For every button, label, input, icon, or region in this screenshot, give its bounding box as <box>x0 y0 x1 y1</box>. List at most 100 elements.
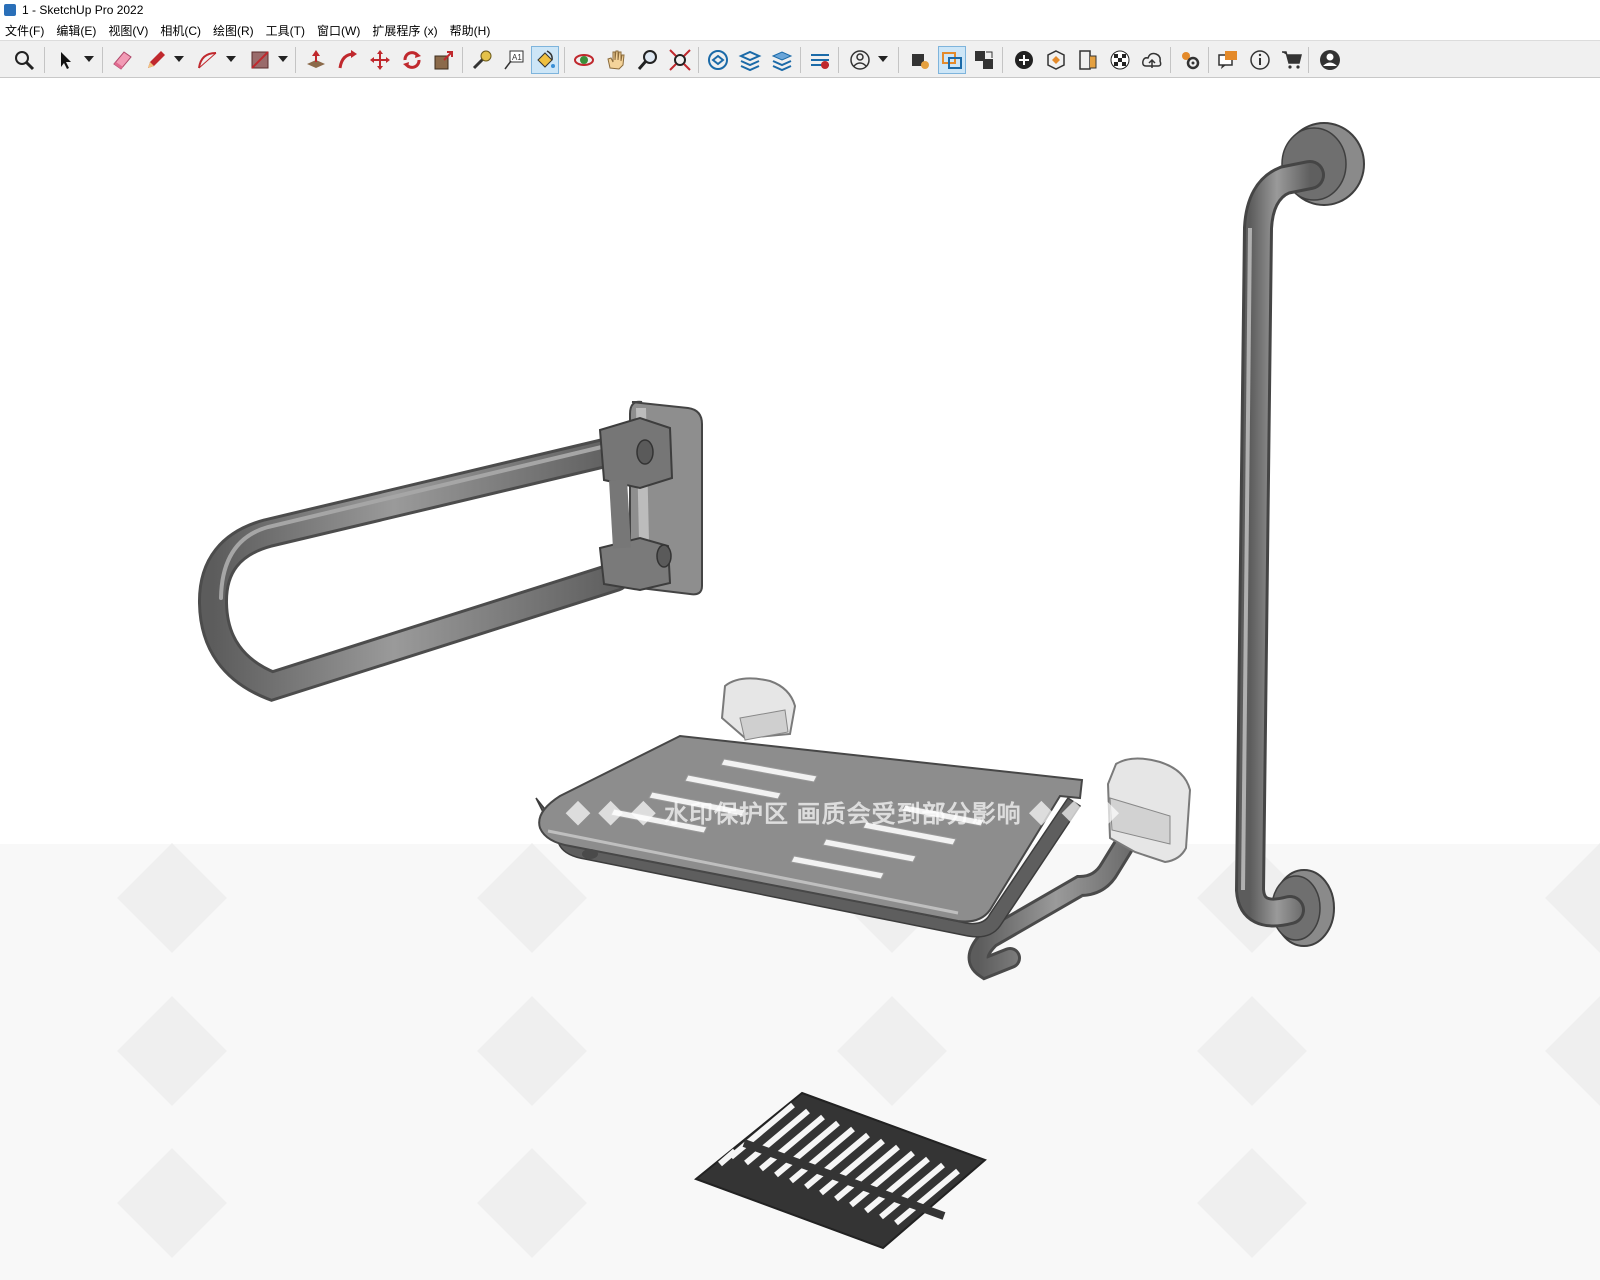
orbit-icon <box>574 54 594 66</box>
paint-bucket-button[interactable] <box>531 46 559 74</box>
push-pull-icon <box>307 50 325 68</box>
menu-draw[interactable]: 绘图(R) <box>208 22 261 39</box>
warehouse-icon <box>708 50 728 70</box>
extension-warehouse-button[interactable] <box>806 46 834 74</box>
zoom-window-button[interactable] <box>10 46 38 74</box>
model-viewport[interactable]: ◆ ◆ ◆ 水印保护区 画质会受到部分影响 ◆ ◆ ◆ <box>0 78 1600 1280</box>
line-button[interactable] <box>142 46 170 74</box>
cart-icon <box>1282 51 1302 69</box>
toolbar-separator <box>838 47 839 73</box>
menu-edit[interactable]: 编辑(E) <box>51 22 103 39</box>
fold-up-grab-bar[interactable] <box>198 400 703 702</box>
toolbar-separator <box>44 47 45 73</box>
eraser-button[interactable] <box>108 46 136 74</box>
rectangle-button[interactable] <box>246 46 274 74</box>
menu-file[interactable]: 文件(F) <box>0 22 51 39</box>
text-button[interactable]: A1 <box>500 46 528 74</box>
menu-view[interactable]: 视图(V) <box>103 22 155 39</box>
scale-button[interactable] <box>430 46 458 74</box>
style-builder-button[interactable] <box>970 46 998 74</box>
arc-icon <box>198 52 217 69</box>
toolbar-separator <box>462 47 463 73</box>
menu-help[interactable]: 帮助(H) <box>445 22 498 39</box>
layers-button[interactable] <box>768 46 796 74</box>
toolbar-separator <box>800 47 801 73</box>
pan-button[interactable] <box>602 46 630 74</box>
rotate-icon <box>403 51 421 69</box>
watermark-banner: ◆ ◆ ◆ 水印保护区 画质会受到部分影响 ◆ ◆ ◆ <box>566 801 1120 828</box>
layers-icon <box>771 51 793 72</box>
eraser-icon <box>113 51 132 70</box>
scene-canvas <box>0 122 1600 1280</box>
style-icon <box>975 51 993 69</box>
zoom-extents-button[interactable] <box>666 46 694 74</box>
move-icon <box>370 50 390 70</box>
profile-button[interactable] <box>1316 46 1344 74</box>
extension-manager-button[interactable] <box>1176 46 1204 74</box>
account-dropdown-icon[interactable] <box>878 56 888 66</box>
sketchup-logo-icon <box>4 4 16 16</box>
trimble-connect-button[interactable] <box>1138 46 1166 74</box>
rectangle-dropdown-icon[interactable] <box>278 56 288 66</box>
layout-send-icon <box>912 54 929 69</box>
arc-dropdown-icon[interactable] <box>226 56 236 66</box>
menu-bar: 文件(F) 编辑(E) 视图(V) 相机(C) 绘图(R) 工具(T) 窗口(W… <box>0 20 1600 40</box>
arrow-cursor-icon <box>61 52 71 69</box>
chat-icon <box>1218 51 1237 69</box>
toolbar-separator <box>1308 47 1309 73</box>
menu-camera[interactable]: 相机(C) <box>155 22 208 39</box>
model-info-button[interactable] <box>1246 46 1274 74</box>
vertical-grab-bar[interactable] <box>1234 122 1365 947</box>
scale-icon <box>434 51 453 70</box>
user-circle-icon <box>850 50 870 70</box>
extension-icon <box>811 54 829 69</box>
svg-text:A1: A1 <box>512 53 522 62</box>
3d-warehouse-button[interactable] <box>704 46 732 74</box>
magnifier-icon <box>15 51 35 71</box>
info-icon <box>1250 50 1270 70</box>
title-bar: 1 - SketchUp Pro 2022 <box>0 0 1600 20</box>
follow-me-button[interactable] <box>334 46 362 74</box>
line-dropdown-icon[interactable] <box>174 56 184 66</box>
store-button[interactable] <box>1278 46 1306 74</box>
select-dropdown-icon[interactable] <box>84 56 94 66</box>
solid-tools-button[interactable] <box>1042 46 1070 74</box>
account-button[interactable] <box>846 46 874 74</box>
main-toolbar: A1 <box>0 40 1600 78</box>
rotate-button[interactable] <box>398 46 426 74</box>
menu-window[interactable]: 窗口(W) <box>312 22 367 39</box>
scenes-icon <box>942 52 962 69</box>
share-model-button[interactable] <box>736 46 764 74</box>
toolbar-separator <box>1208 47 1209 73</box>
checkerboard-button[interactable] <box>1106 46 1134 74</box>
toolbar-separator <box>1170 47 1171 73</box>
person-badge-icon <box>1320 50 1340 70</box>
text-tag-icon: A1 <box>504 50 524 70</box>
push-pull-button[interactable] <box>302 46 330 74</box>
instructor-button[interactable] <box>1214 46 1242 74</box>
zoom-icon <box>637 50 657 70</box>
zoom-extents-icon <box>669 49 691 71</box>
toolbar-separator <box>295 47 296 73</box>
arc-button[interactable] <box>194 46 222 74</box>
zoom-button[interactable] <box>634 46 662 74</box>
tape-measure-icon <box>472 50 492 70</box>
tape-measure-button[interactable] <box>468 46 496 74</box>
toolbar-separator <box>1002 47 1003 73</box>
orbit-button[interactable] <box>570 46 598 74</box>
add-location-button[interactable] <box>1010 46 1038 74</box>
layout-button[interactable] <box>906 46 934 74</box>
paint-bucket-icon <box>537 50 555 68</box>
toolbar-separator <box>898 47 899 73</box>
gears-icon <box>1182 52 1200 70</box>
menu-extensions[interactable]: 扩展程序 (x) <box>367 22 444 39</box>
window-title: 1 - SketchUp Pro 2022 <box>22 3 144 17</box>
pencil-icon <box>148 51 165 68</box>
select-button[interactable] <box>50 46 78 74</box>
section-button[interactable] <box>1074 46 1102 74</box>
plus-circle-icon <box>1015 51 1033 69</box>
scenes-button[interactable] <box>938 46 966 74</box>
menu-tools[interactable]: 工具(T) <box>261 22 312 39</box>
move-button[interactable] <box>366 46 394 74</box>
checker-icon <box>1110 50 1130 70</box>
